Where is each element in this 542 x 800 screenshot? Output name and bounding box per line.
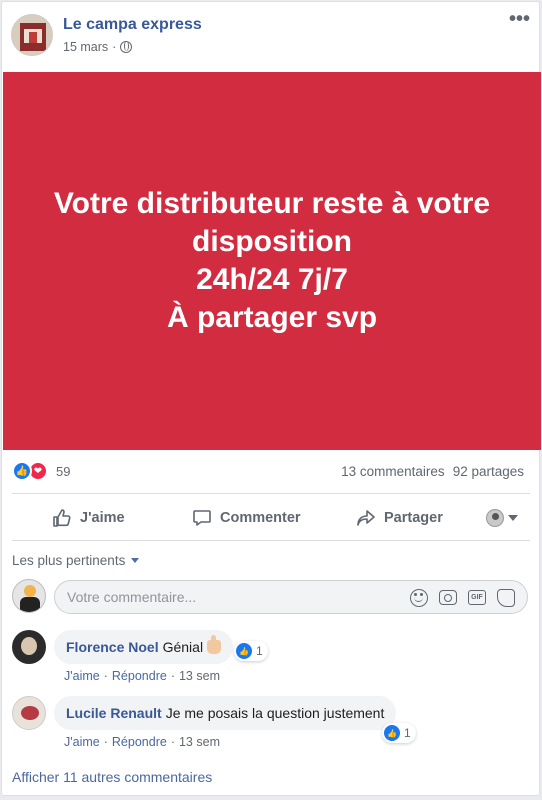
comment-bubble: Lucile Renault Je me posais la question j… [54, 696, 397, 730]
comment-actions: J'aime · Répondre · 13 sem [64, 735, 220, 749]
reaction-count[interactable]: 59 [56, 464, 70, 479]
comment-input-icons: GIF [410, 589, 515, 607]
storefront-icon [20, 23, 46, 51]
commenter-avatar[interactable] [12, 630, 46, 664]
share-button-label: Partager [384, 510, 443, 526]
separator: · [103, 669, 108, 683]
caret-down-icon [131, 558, 140, 563]
separator: · [170, 735, 175, 749]
comment-like-link[interactable]: J'aime [64, 735, 100, 749]
comment-time[interactable]: 13 sem [179, 735, 220, 749]
divider [12, 493, 530, 494]
like-reaction-icon: 👍 [384, 725, 400, 741]
comment-reaction-count: 1 [256, 644, 263, 658]
comment-reaction-badge[interactable]: 👍 1 [234, 641, 268, 661]
comment-reaction-badge[interactable]: 👍 1 [382, 723, 416, 743]
page-avatar[interactable] [11, 14, 53, 56]
post-meta: 15 mars · [63, 40, 133, 54]
comment-reply-link[interactable]: Répondre [112, 669, 167, 683]
share-icon [357, 510, 375, 526]
audience-selector[interactable] [486, 509, 518, 527]
current-user-avatar[interactable] [12, 579, 46, 613]
comment-actions: J'aime · Répondre · 13 sem [64, 669, 220, 683]
comment-author[interactable]: Lucile Renault [66, 705, 162, 721]
more-options-icon[interactable]: ••• [509, 9, 530, 29]
post-image[interactable]: Votre distributeur reste à votre disposi… [3, 72, 541, 450]
comment-button-label: Commenter [220, 510, 301, 526]
post-date[interactable]: 15 mars [63, 40, 108, 54]
comment-text: Je me posais la question justement [165, 705, 385, 721]
like-reaction-icon: 👍 [12, 461, 32, 481]
page-name-link[interactable]: Le campa express [63, 16, 202, 34]
like-button[interactable]: J'aime [52, 508, 125, 528]
reactions-summary[interactable]: 👍 ❤ 59 [12, 461, 70, 481]
thumbs-up-emoji-icon [207, 635, 222, 654]
comment-icon [193, 510, 211, 526]
chevron-down-icon [508, 515, 518, 521]
gif-icon[interactable]: GIF [468, 590, 486, 605]
post-card: Le campa express 15 mars · ••• Votre dis… [1, 1, 541, 796]
comment-input-box[interactable]: GIF [54, 580, 528, 614]
comment-text: Génial [162, 639, 204, 655]
comment-input[interactable] [67, 589, 387, 605]
comment-sort-dropdown[interactable]: Les plus pertinents [12, 553, 140, 568]
image-text-line-1: Votre distributeur reste à votre [53, 187, 491, 220]
avatar-head [24, 585, 36, 597]
like-button-label: J'aime [80, 510, 125, 526]
emoji-icon[interactable] [410, 589, 428, 607]
like-reaction-icon: 👍 [236, 643, 252, 659]
comment-like-link[interactable]: J'aime [64, 669, 100, 683]
avatar-body [20, 597, 40, 612]
image-text-line-4: À partager svp [166, 301, 378, 334]
sticker-icon[interactable] [497, 589, 515, 607]
user-avatar-icon [486, 509, 504, 527]
separator: · [103, 735, 108, 749]
meta-separator: · [112, 40, 117, 54]
globe-icon[interactable] [120, 41, 133, 53]
shares-count-link[interactable]: 92 partages [453, 464, 524, 479]
share-button[interactable]: Partager [356, 508, 443, 528]
comment-reaction-count: 1 [404, 726, 411, 740]
post-stats: 13 commentaires 92 partages [341, 464, 524, 479]
comment-author[interactable]: Florence Noel [66, 639, 159, 655]
thumbs-up-icon [53, 509, 71, 527]
commenter-avatar[interactable] [12, 696, 46, 730]
divider [12, 540, 530, 541]
comment-reply-link[interactable]: Répondre [112, 735, 167, 749]
view-more-comments-link[interactable]: Afficher 11 autres commentaires [12, 769, 212, 785]
comment-button[interactable]: Commenter [192, 508, 301, 528]
separator: · [170, 669, 175, 683]
reaction-icons: 👍 ❤ [12, 461, 50, 481]
camera-icon[interactable] [439, 590, 457, 605]
comment-bubble: Florence Noel Génial [54, 630, 234, 664]
post-actions: J'aime Commenter Partager [12, 498, 530, 538]
comment-time[interactable]: 13 sem [179, 669, 220, 683]
sort-label: Les plus pertinents [12, 553, 126, 568]
comments-count-link[interactable]: 13 commentaires [341, 464, 445, 479]
image-text-line-2: disposition [192, 225, 352, 258]
image-text-line-3: 24h/24 7j/7 [196, 263, 348, 296]
